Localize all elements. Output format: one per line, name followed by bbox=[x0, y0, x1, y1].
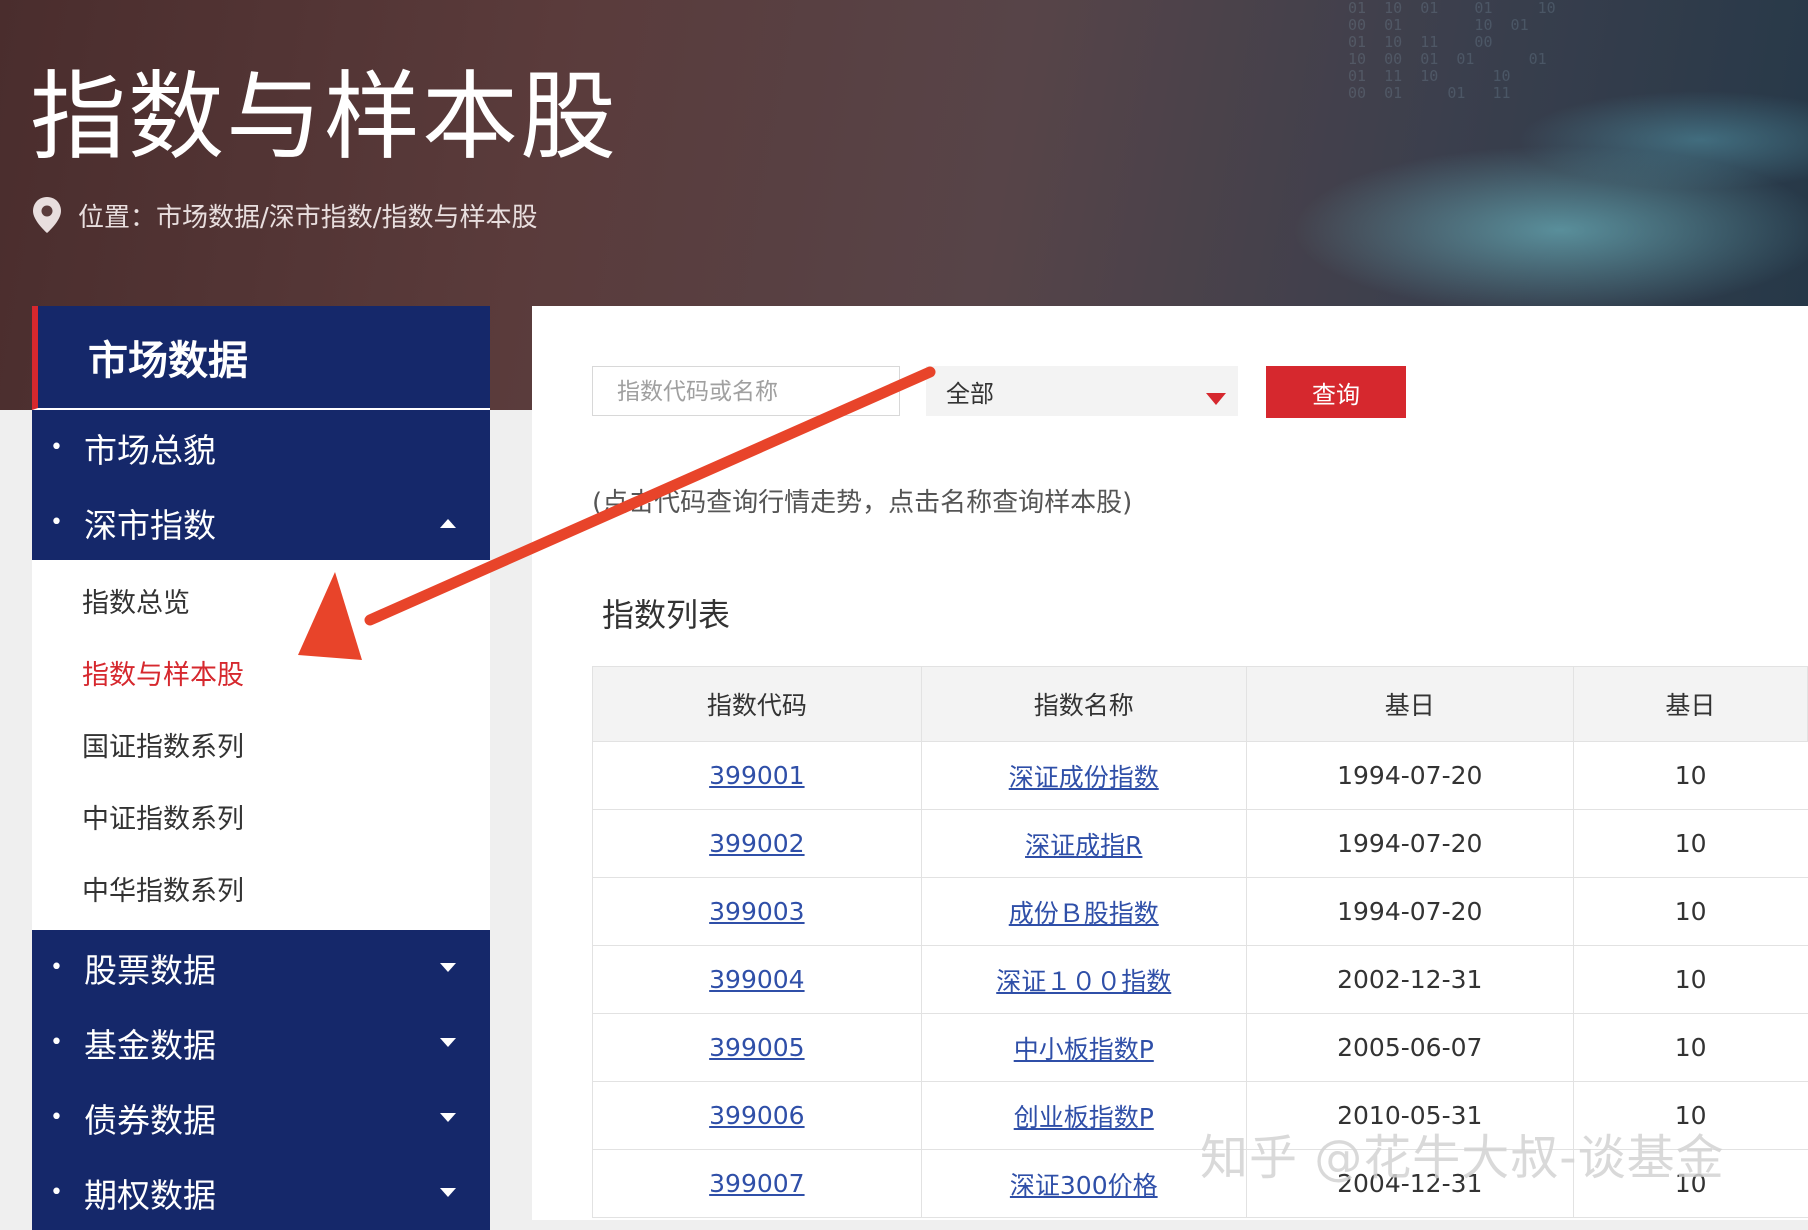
column-header-name[interactable]: 指数名称 bbox=[920, 666, 1247, 742]
table-row: 399003 成份Ｂ股指数 1994-07-20 10 bbox=[592, 877, 1808, 946]
cell-base-date: 2002-12-31 bbox=[1245, 945, 1574, 1014]
sidebar-item-option-data[interactable]: • 期权数据 bbox=[32, 1155, 490, 1230]
cell-name: 创业板指数P bbox=[920, 1081, 1247, 1150]
sidebar-title: 市场数据 bbox=[32, 306, 490, 410]
breadcrumb: 位置：市场数据/深市指数/指数与样本股 bbox=[30, 195, 538, 235]
index-name-link[interactable]: 深证300价格 bbox=[1010, 1171, 1158, 1200]
index-name-link[interactable]: 中小板指数P bbox=[1014, 1035, 1154, 1064]
bullet-icon: • bbox=[50, 1030, 63, 1055]
sidebar-item-fund-data[interactable]: • 基金数据 bbox=[32, 1005, 490, 1080]
location-pin-icon bbox=[33, 197, 61, 233]
column-header-base-value[interactable]: 基日 bbox=[1572, 666, 1808, 742]
cell-name: 深证成份指数 bbox=[920, 741, 1247, 810]
bullet-icon: • bbox=[50, 510, 63, 535]
sidebar-item-label: 市场总貌 bbox=[84, 430, 216, 470]
select-value: 全部 bbox=[946, 379, 994, 408]
index-name-link[interactable]: 深证成指R bbox=[1025, 831, 1142, 860]
cell-base-value: 10 bbox=[1572, 809, 1808, 878]
column-header-base-date[interactable]: 基日 bbox=[1245, 666, 1574, 742]
index-code-link[interactable]: 399002 bbox=[709, 829, 804, 858]
cell-base-value: 10 bbox=[1572, 1081, 1808, 1150]
bullet-icon: • bbox=[50, 1105, 63, 1130]
table-row: 399004 深证１００指数 2002-12-31 10 bbox=[592, 945, 1808, 1014]
page-title: 指数与样本股 bbox=[30, 61, 618, 173]
bullet-icon: • bbox=[50, 1180, 63, 1205]
index-name-link[interactable]: 成份Ｂ股指数 bbox=[1009, 899, 1159, 928]
sidebar-item-shenzhen-index[interactable]: • 深市指数 bbox=[32, 485, 490, 560]
cell-code: 399007 bbox=[592, 1149, 922, 1218]
sidebar: 市场数据 • 市场总貌 • 深市指数 指数总览 指数与样本股 国证指数系列 中证… bbox=[32, 306, 490, 1230]
search-input[interactable] bbox=[592, 366, 900, 416]
cell-base-date: 2010-05-31 bbox=[1245, 1081, 1574, 1150]
index-code-link[interactable]: 399004 bbox=[709, 965, 804, 994]
bullet-icon: • bbox=[50, 435, 63, 460]
index-table: 指数代码 指数名称 基日 基日 399001 深证成份指数 1994-07-20… bbox=[592, 666, 1808, 1218]
index-code-link[interactable]: 399006 bbox=[709, 1101, 804, 1130]
cell-base-date: 2004-12-31 bbox=[1245, 1149, 1574, 1218]
query-button[interactable]: 查询 bbox=[1266, 366, 1406, 418]
caret-down-icon bbox=[440, 1155, 456, 1230]
cell-name: 中小板指数P bbox=[920, 1013, 1247, 1082]
table-row: 399007 深证300价格 2004-12-31 10 bbox=[592, 1149, 1808, 1218]
index-type-select[interactable]: 全部 bbox=[926, 366, 1238, 416]
cell-base-date: 1994-07-20 bbox=[1245, 809, 1574, 878]
submenu-item-cni-series[interactable]: 国证指数系列 bbox=[32, 708, 490, 780]
cell-code: 399002 bbox=[592, 809, 922, 878]
cell-base-value: 10 bbox=[1572, 1149, 1808, 1218]
main-content: 全部 查询 (点击代码查询行情走势，点击名称查询样本股) 指数列表 指数代码 指… bbox=[532, 306, 1808, 1220]
cell-name: 深证成指R bbox=[920, 809, 1247, 878]
cell-base-date: 2005-06-07 bbox=[1245, 1013, 1574, 1082]
sidebar-item-bond-data[interactable]: • 债券数据 bbox=[32, 1080, 490, 1155]
sidebar-item-label: 期权数据 bbox=[84, 1175, 216, 1215]
sidebar-item-label: 基金数据 bbox=[84, 1025, 216, 1065]
sidebar-item-stock-data[interactable]: • 股票数据 bbox=[32, 930, 490, 1005]
index-name-link[interactable]: 深证成份指数 bbox=[1009, 763, 1159, 792]
submenu-item-index-constituents[interactable]: 指数与样本股 bbox=[32, 636, 490, 708]
index-code-link[interactable]: 399005 bbox=[709, 1033, 804, 1062]
cell-base-value: 10 bbox=[1572, 741, 1808, 810]
cell-base-value: 10 bbox=[1572, 1013, 1808, 1082]
table-row: 399005 中小板指数P 2005-06-07 10 bbox=[592, 1013, 1808, 1082]
cell-code: 399004 bbox=[592, 945, 922, 1014]
sidebar-item-label: 深市指数 bbox=[84, 505, 216, 545]
index-name-link[interactable]: 深证１００指数 bbox=[996, 967, 1171, 996]
sidebar-item-market-overview[interactable]: • 市场总貌 bbox=[32, 410, 490, 485]
caret-down-icon bbox=[440, 1080, 456, 1155]
submenu-item-csi-series[interactable]: 中证指数系列 bbox=[32, 780, 490, 852]
submenu-item-china-series[interactable]: 中华指数系列 bbox=[32, 852, 490, 924]
index-name-link[interactable]: 创业板指数P bbox=[1014, 1103, 1154, 1132]
cell-base-value: 10 bbox=[1572, 945, 1808, 1014]
cell-name: 深证１００指数 bbox=[920, 945, 1247, 1014]
index-code-link[interactable]: 399003 bbox=[709, 897, 804, 926]
cell-code: 399003 bbox=[592, 877, 922, 946]
table-row: 399006 创业板指数P 2010-05-31 10 bbox=[592, 1081, 1808, 1150]
dropdown-arrow-icon bbox=[1206, 384, 1226, 412]
cell-code: 399006 bbox=[592, 1081, 922, 1150]
sidebar-item-label: 债券数据 bbox=[84, 1100, 216, 1140]
cell-base-value: 10 bbox=[1572, 877, 1808, 946]
cell-name: 成份Ｂ股指数 bbox=[920, 877, 1247, 946]
table-row: 399001 深证成份指数 1994-07-20 10 bbox=[592, 741, 1808, 810]
breadcrumb-text: 位置：市场数据/深市指数/指数与样本股 bbox=[78, 202, 538, 233]
bullet-icon: • bbox=[50, 955, 63, 980]
cell-code: 399005 bbox=[592, 1013, 922, 1082]
list-title: 指数列表 bbox=[602, 596, 731, 634]
cell-code: 399001 bbox=[592, 741, 922, 810]
banner-decoration: 01 10 01 01 10 00 01 10 01 01 10 11 00 1… bbox=[1348, 0, 1556, 102]
sidebar-submenu: 指数总览 指数与样本股 国证指数系列 中证指数系列 中华指数系列 bbox=[32, 560, 490, 930]
cell-name: 深证300价格 bbox=[920, 1149, 1247, 1218]
table-header-row: 指数代码 指数名称 基日 基日 bbox=[592, 666, 1808, 742]
sidebar-item-label: 股票数据 bbox=[84, 950, 216, 990]
usage-hint: (点击代码查询行情走势，点击名称查询样本股) bbox=[592, 488, 1133, 518]
cell-base-date: 1994-07-20 bbox=[1245, 877, 1574, 946]
index-code-link[interactable]: 399007 bbox=[709, 1169, 804, 1198]
column-header-code[interactable]: 指数代码 bbox=[592, 666, 922, 742]
table-row: 399002 深证成指R 1994-07-20 10 bbox=[592, 809, 1808, 878]
caret-down-icon bbox=[440, 1005, 456, 1080]
submenu-item-index-overview[interactable]: 指数总览 bbox=[32, 564, 490, 636]
index-code-link[interactable]: 399001 bbox=[709, 761, 804, 790]
caret-down-icon bbox=[440, 930, 456, 1005]
caret-up-icon bbox=[440, 485, 456, 560]
cell-base-date: 1994-07-20 bbox=[1245, 741, 1574, 810]
